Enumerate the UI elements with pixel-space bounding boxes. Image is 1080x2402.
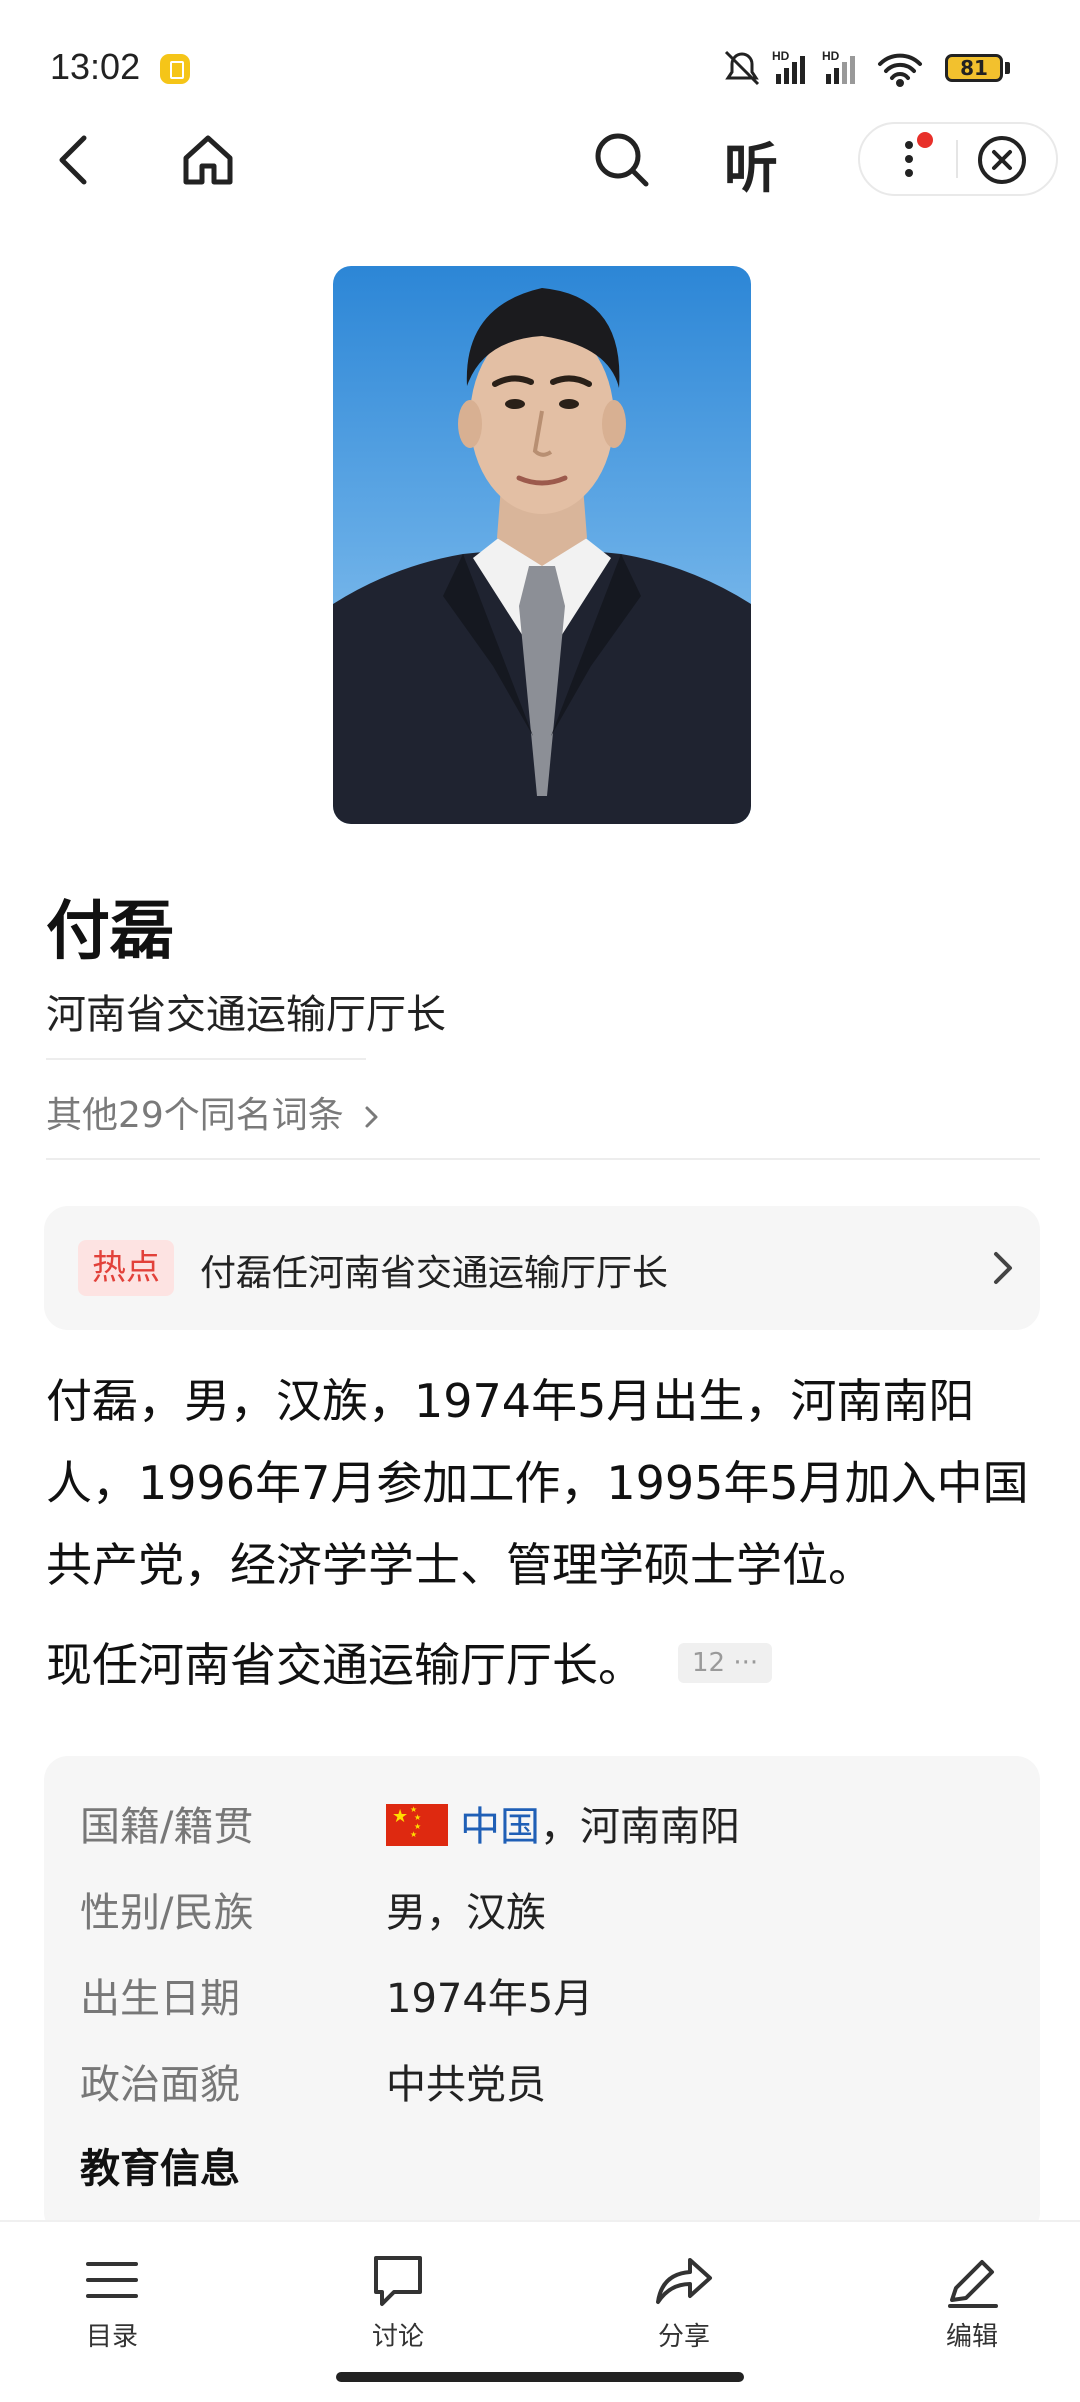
wifi-icon	[878, 53, 922, 87]
entry-subtitle: 河南省交通运输厅厅长	[46, 992, 446, 1038]
tab-contents[interactable]: 目录	[42, 2250, 182, 2353]
listen-button[interactable]: 听	[724, 124, 778, 203]
svg-text:HD: HD	[772, 49, 790, 63]
tab-share[interactable]: 分享	[614, 2250, 754, 2353]
citation-badge[interactable]: 12 ···	[678, 1642, 773, 1683]
home-indicator[interactable]	[336, 2372, 744, 2382]
hot-tag-badge: 热点	[78, 1240, 174, 1296]
tab-label: 目录	[85, 2322, 138, 2352]
home-icon[interactable]	[178, 130, 238, 190]
svg-text:HD: HD	[822, 49, 840, 63]
info-value: 男，汉族	[386, 1890, 546, 1936]
mute-icon	[724, 50, 760, 86]
info-box: 国籍/籍贯 ★ ★ ★ ★ ★ 中国，河南南阳 性别/民族 男，汉族 出生日期 1974年…	[44, 1756, 1040, 2236]
signal-icon: HD	[772, 49, 805, 84]
hometown-text: ，河南南阳	[540, 1804, 740, 1850]
hot-topic-text: 付磊任河南省交通运输厅厅长	[200, 1253, 669, 1294]
china-flag-icon: ★ ★ ★ ★ ★	[386, 1804, 448, 1846]
search-icon[interactable]	[590, 128, 654, 192]
app-notification-icon	[160, 54, 190, 84]
pen-icon	[948, 2260, 998, 2308]
entry-title: 付磊	[46, 895, 174, 969]
portrait-photo[interactable]	[333, 266, 751, 824]
chat-bubble-icon	[374, 2256, 422, 2306]
current-role-text: 现任河南省交通运输厅厅长。	[46, 1638, 644, 1692]
same-name-label: 其他29个同名词条	[46, 1095, 344, 1136]
list-icon	[86, 2262, 138, 2298]
country-link[interactable]: 中国	[460, 1804, 540, 1850]
education-heading: 教育信息	[80, 2146, 240, 2192]
info-row-gender: 性别/民族 男，汉族	[80, 1880, 1010, 1940]
info-value: 1974年5月	[386, 1976, 594, 2022]
same-name-entries-link[interactable]: 其他29个同名词条	[46, 1086, 383, 1138]
battery-tip	[1005, 62, 1010, 74]
current-role-paragraph: 现任河南省交通运输厅厅长。 12 ···	[46, 1624, 1040, 1706]
divider	[46, 1058, 366, 1060]
tab-label: 讨论	[371, 2322, 424, 2352]
chevron-right-icon	[994, 1252, 1012, 1284]
info-row-political: 政治面貌 中共党员	[80, 2052, 1010, 2112]
tab-discuss[interactable]: 讨论	[328, 2250, 468, 2353]
info-value: 中共党员	[386, 2062, 546, 2108]
info-value: ★ ★ ★ ★ ★ 中国，河南南阳	[386, 1794, 740, 1852]
chevron-right-icon	[365, 1106, 378, 1128]
divider	[46, 1158, 1040, 1160]
capsule-divider	[956, 140, 958, 178]
info-label: 国籍/籍贯	[80, 1804, 254, 1850]
share-arrow-icon	[656, 2258, 712, 2304]
back-icon[interactable]	[52, 130, 96, 190]
info-label: 性别/民族	[80, 1890, 254, 1936]
status-time: 13:02	[50, 46, 141, 87]
tab-edit[interactable]: 编辑	[902, 2250, 1042, 2353]
close-icon[interactable]	[976, 134, 1028, 186]
more-options-icon[interactable]	[895, 128, 935, 190]
tab-label: 分享	[657, 2322, 710, 2352]
notification-dot	[917, 132, 933, 148]
info-row-nationality: 国籍/籍贯 ★ ★ ★ ★ ★ 中国，河南南阳	[80, 1794, 1010, 1854]
battery-icon: 81	[945, 54, 1003, 82]
info-label: 政治面貌	[80, 2062, 240, 2108]
info-label: 出生日期	[80, 1976, 240, 2022]
info-row-birth-date: 出生日期 1974年5月	[80, 1966, 1010, 2026]
signal-icon-2: HD	[822, 49, 855, 84]
tab-label: 编辑	[945, 2322, 998, 2352]
summary-paragraph: 付磊，男，汉族，1974年5月出生，河南南阳人，1996年7月参加工作，1995…	[46, 1374, 1029, 1592]
mini-program-capsule	[858, 122, 1058, 196]
hot-topic-card[interactable]: 热点 付磊任河南省交通运输厅厅长	[44, 1206, 1040, 1330]
